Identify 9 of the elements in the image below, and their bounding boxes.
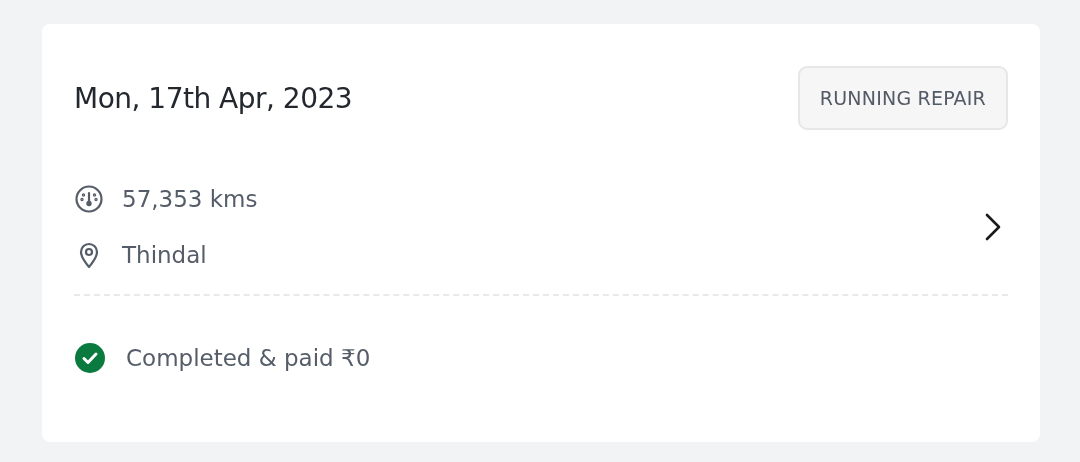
detail-text: 57,353 kms bbox=[122, 186, 258, 212]
detail-text: Thindal bbox=[122, 242, 207, 268]
service-type-tag: RUNNING REPAIR bbox=[797, 66, 1008, 130]
check-circle-icon bbox=[74, 342, 106, 374]
chevron-right-icon[interactable] bbox=[984, 212, 1002, 242]
speedometer-icon bbox=[74, 184, 104, 214]
service-card[interactable]: Mon, 17th Apr, 2023 RUNNING REPAIR 57,353 kms Thindal Completed & paid ₹0 bbox=[42, 24, 1040, 442]
service-date: Mon, 17th Apr, 2023 bbox=[74, 81, 353, 115]
status-text: Completed & paid ₹0 bbox=[126, 345, 371, 371]
